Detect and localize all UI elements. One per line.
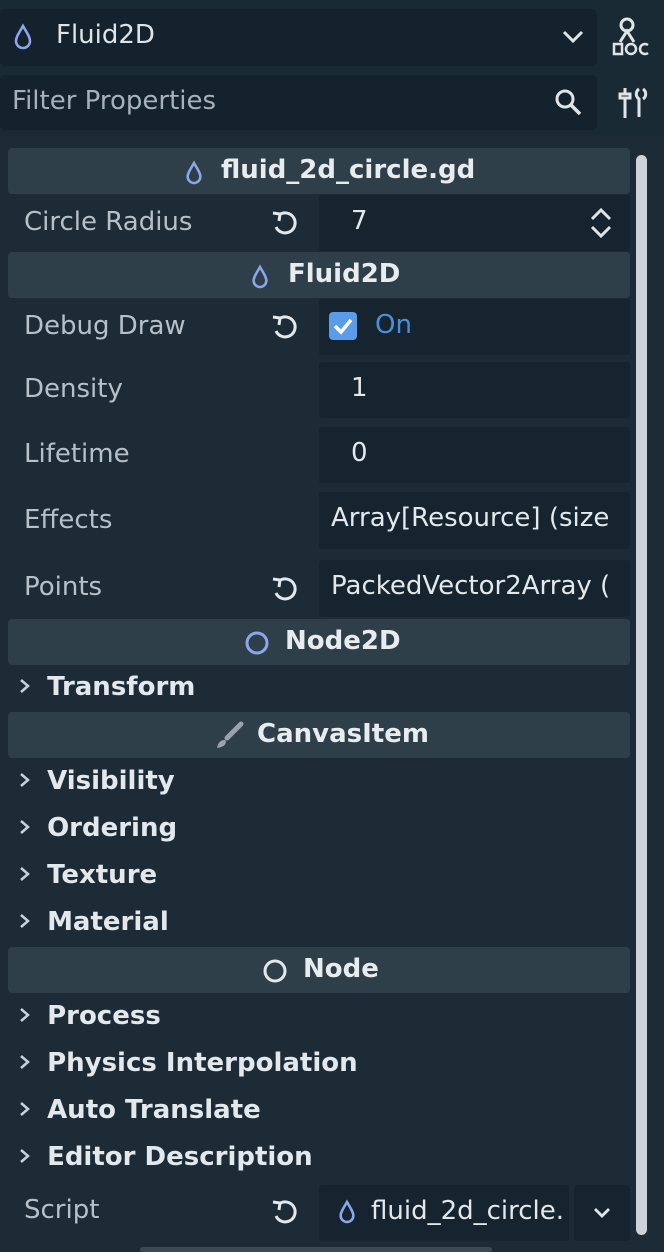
debug-draw-checkbox[interactable]: On <box>319 299 630 355</box>
tools-icon[interactable] <box>617 86 649 124</box>
section-node2d: Node2D <box>8 619 630 665</box>
revert-icon[interactable] <box>270 575 300 607</box>
chevron-down-icon <box>592 1205 612 1225</box>
scrollbar[interactable] <box>636 155 647 1235</box>
lifetime-spinbox[interactable]: 0 <box>319 427 630 483</box>
effects-label: Effects <box>24 505 113 535</box>
chevron-right-icon <box>18 672 38 702</box>
chevron-right-icon <box>18 1048 38 1078</box>
group-texture[interactable]: Texture <box>18 860 157 890</box>
debug-draw-label: Debug Draw <box>24 311 186 341</box>
group-label: Editor Description <box>47 1142 313 1172</box>
revert-icon[interactable] <box>270 209 300 241</box>
density-value: 1 <box>351 373 368 403</box>
circle-radius-label: Circle Radius <box>24 207 193 237</box>
droplet-icon <box>250 264 270 294</box>
node-circle-icon <box>262 958 288 988</box>
filter-placeholder: Filter Properties <box>12 86 217 116</box>
debug-draw-value: On <box>375 310 412 340</box>
chevron-right-icon <box>18 860 38 890</box>
horizontal-scrollbar[interactable] <box>140 1247 492 1252</box>
group-material[interactable]: Material <box>18 907 169 937</box>
brush-icon <box>214 721 244 755</box>
section-canvasitem: CanvasItem <box>8 712 630 758</box>
revert-icon[interactable] <box>270 313 300 345</box>
circle-radius-value: 7 <box>351 206 368 236</box>
group-label: Transform <box>47 672 196 702</box>
checkbox-checked-icon[interactable] <box>329 312 357 344</box>
filter-properties-input[interactable]: Filter Properties <box>0 75 597 130</box>
chevron-right-icon <box>18 907 38 937</box>
section-title: Node <box>303 954 379 984</box>
group-label: Visibility <box>47 766 175 796</box>
group-label: Auto Translate <box>47 1095 261 1125</box>
script-dropdown-button[interactable] <box>574 1185 630 1241</box>
group-visibility[interactable]: Visibility <box>18 766 175 796</box>
effects-array-button[interactable]: Array[Resource] (size <box>319 492 630 549</box>
section-title: fluid_2d_circle.gd <box>221 155 476 185</box>
droplet-icon <box>184 160 204 190</box>
search-icon <box>553 87 583 121</box>
doc-icon[interactable] <box>612 16 654 58</box>
chevron-right-icon <box>18 813 38 843</box>
chevron-right-icon <box>18 1095 38 1125</box>
chevron-right-icon <box>18 1142 38 1172</box>
droplet-icon <box>12 23 34 55</box>
node2d-circle-icon <box>244 630 270 660</box>
group-physics-interpolation[interactable]: Physics Interpolation <box>18 1048 358 1078</box>
lifetime-value: 0 <box>351 438 368 468</box>
group-ordering[interactable]: Ordering <box>18 813 177 843</box>
section-title: Node2D <box>285 626 401 656</box>
section-node: Node <box>8 947 630 993</box>
circle-radius-spinbox[interactable]: 7 <box>319 195 630 251</box>
group-label: Material <box>47 907 169 937</box>
section-fluid2d: Fluid2D <box>8 252 630 298</box>
group-editor-description[interactable]: Editor Description <box>18 1142 313 1172</box>
chevron-down-icon <box>560 25 586 51</box>
script-resource-picker[interactable]: fluid_2d_circle. <box>319 1185 569 1241</box>
points-label: Points <box>24 572 103 602</box>
effects-value: Array[Resource] (size <box>331 503 610 533</box>
group-process[interactable]: Process <box>18 1001 161 1031</box>
group-auto-translate[interactable]: Auto Translate <box>18 1095 261 1125</box>
group-label: Process <box>47 1001 161 1031</box>
density-spinbox[interactable]: 1 <box>319 362 630 418</box>
points-value: PackedVector2Array ( <box>331 571 611 601</box>
droplet-icon <box>337 1199 357 1229</box>
node-name: Fluid2D <box>56 20 155 50</box>
chevron-right-icon <box>18 766 38 796</box>
section-script: fluid_2d_circle.gd <box>8 148 630 194</box>
chevron-right-icon <box>18 1001 38 1031</box>
group-label: Ordering <box>47 813 178 843</box>
section-title: Fluid2D <box>288 259 401 289</box>
script-label: Script <box>24 1195 100 1225</box>
points-array-button[interactable]: PackedVector2Array ( <box>319 560 630 617</box>
spinner-arrows-icon[interactable] <box>589 207 613 243</box>
revert-icon[interactable] <box>270 1198 300 1230</box>
node-selector[interactable]: Fluid2D <box>0 9 597 66</box>
group-label: Physics Interpolation <box>47 1048 358 1078</box>
lifetime-label: Lifetime <box>24 439 130 469</box>
group-transform[interactable]: Transform <box>18 672 195 702</box>
density-label: Density <box>24 374 123 404</box>
script-value: fluid_2d_circle. <box>371 1196 565 1226</box>
inspector-toolbar: Fluid2D Filter Properties <box>0 0 664 136</box>
group-label: Texture <box>47 860 158 890</box>
section-title: CanvasItem <box>257 719 429 749</box>
